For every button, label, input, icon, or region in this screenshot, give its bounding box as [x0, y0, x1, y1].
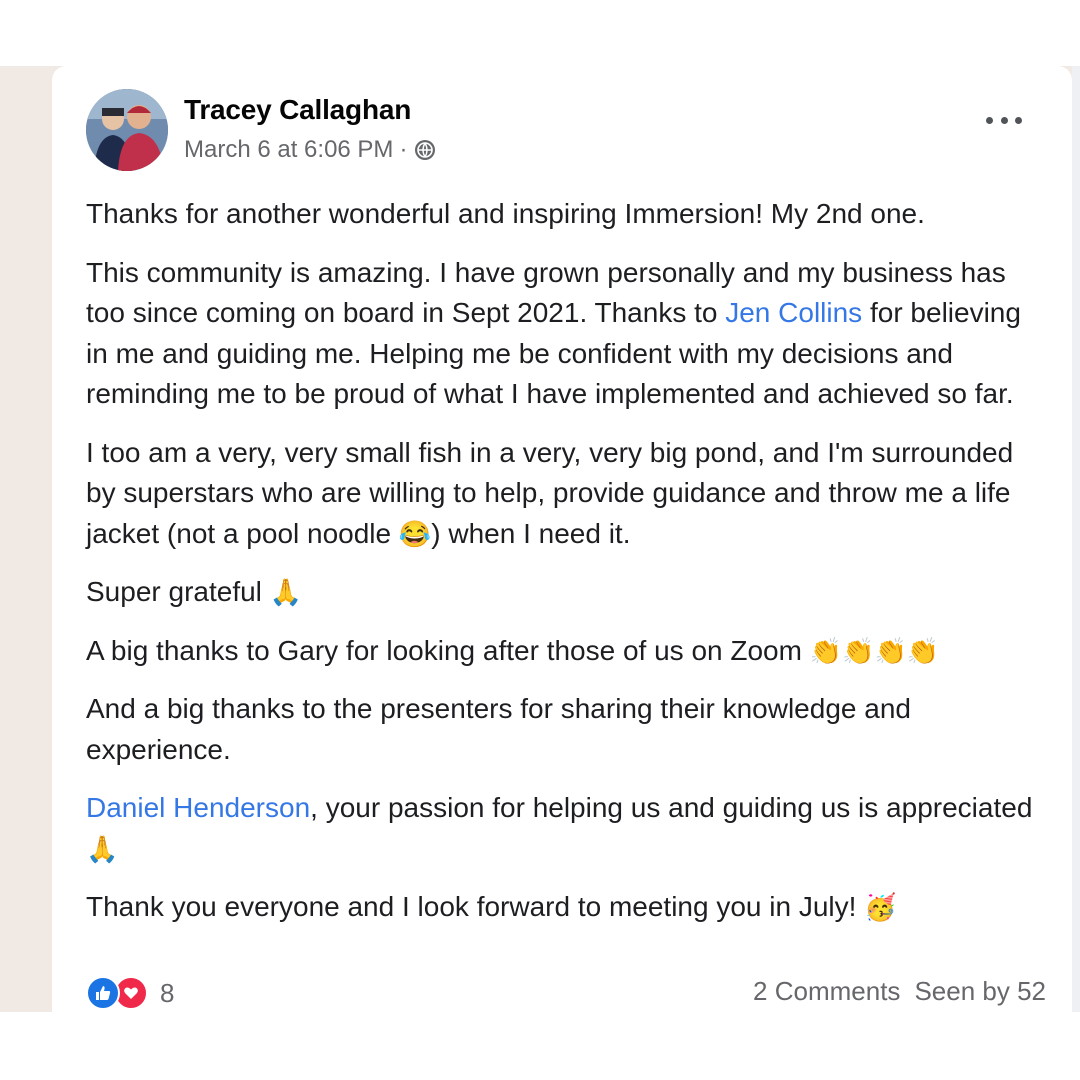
- scroll-gutter: [1072, 66, 1080, 1012]
- more-dot: [1000, 116, 1008, 124]
- comments-link[interactable]: 2 Comments: [753, 976, 900, 1007]
- paragraph-text: , your passion for helping us and guidin…: [310, 792, 1033, 823]
- reactions-summary[interactable]: 8: [86, 976, 174, 1010]
- paragraph-6: And a big thanks to the presenters for s…: [86, 689, 1036, 770]
- author-name[interactable]: Tracey Callaghan: [184, 94, 411, 126]
- more-dot: [986, 116, 993, 124]
- paragraph-text: A big thanks to Gary for looking after t…: [86, 634, 810, 666]
- laughing-emoji: 😂: [398, 518, 432, 549]
- avatar-photo: [86, 89, 168, 171]
- paragraph-7: Daniel Henderson, your passion for helpi…: [86, 788, 1036, 869]
- reaction-count: 8: [160, 977, 175, 1008]
- paragraph-text: Thank you everyone and I look forward to…: [86, 891, 865, 922]
- paragraph-3: I too am a very, very small fish in a ve…: [86, 433, 1036, 555]
- party-face-emoji: 🥳: [864, 892, 897, 922]
- paragraph-1: Thanks for another wonderful and inspiri…: [86, 194, 1036, 235]
- paragraph-5: A big thanks to Gary for looking after t…: [86, 631, 1036, 672]
- avatar[interactable]: [86, 89, 168, 171]
- globe-icon[interactable]: [413, 138, 437, 162]
- mention-jen-collins[interactable]: Jen Collins: [725, 297, 862, 328]
- praying-hands-emoji: 🙏: [86, 833, 119, 864]
- seen-by-link[interactable]: Seen by 52: [914, 976, 1046, 1007]
- post-meta: March 6 at 6:06 PM ·: [184, 136, 437, 164]
- paragraph-text: Thanks for another wonderful and inspiri…: [86, 198, 925, 229]
- more-dot: [1015, 116, 1022, 124]
- paragraph-2: This community is amazing. I have grown …: [86, 253, 1036, 415]
- mention-daniel-henderson[interactable]: Daniel Henderson: [86, 792, 310, 823]
- like-icon: [86, 976, 120, 1010]
- post-body: Thanks for another wonderful and inspiri…: [86, 194, 1036, 946]
- more-options-icon[interactable]: [986, 110, 1022, 130]
- paragraph-4: Super grateful 🙏: [86, 572, 1036, 613]
- post-card: Tracey Callaghan March 6 at 6:06 PM · Th…: [52, 66, 1072, 1012]
- meta-separator: ·: [399, 136, 408, 163]
- post-timestamp[interactable]: March 6 at 6:06 PM: [184, 136, 393, 164]
- paragraph-text: Super grateful: [86, 576, 270, 607]
- clapping-emoji: 👏👏👏👏: [809, 635, 940, 666]
- post-stats: 2 Comments Seen by 52: [753, 976, 1046, 1007]
- paragraph-text: ) when I need it.: [431, 517, 631, 549]
- praying-hands-emoji: 🙏: [269, 577, 303, 607]
- post-footer: 8 2 Comments Seen by 52: [86, 976, 1046, 1016]
- paragraph-text: And a big thanks to the presenters for s…: [86, 693, 911, 765]
- paragraph-8: Thank you everyone and I look forward to…: [86, 887, 1036, 928]
